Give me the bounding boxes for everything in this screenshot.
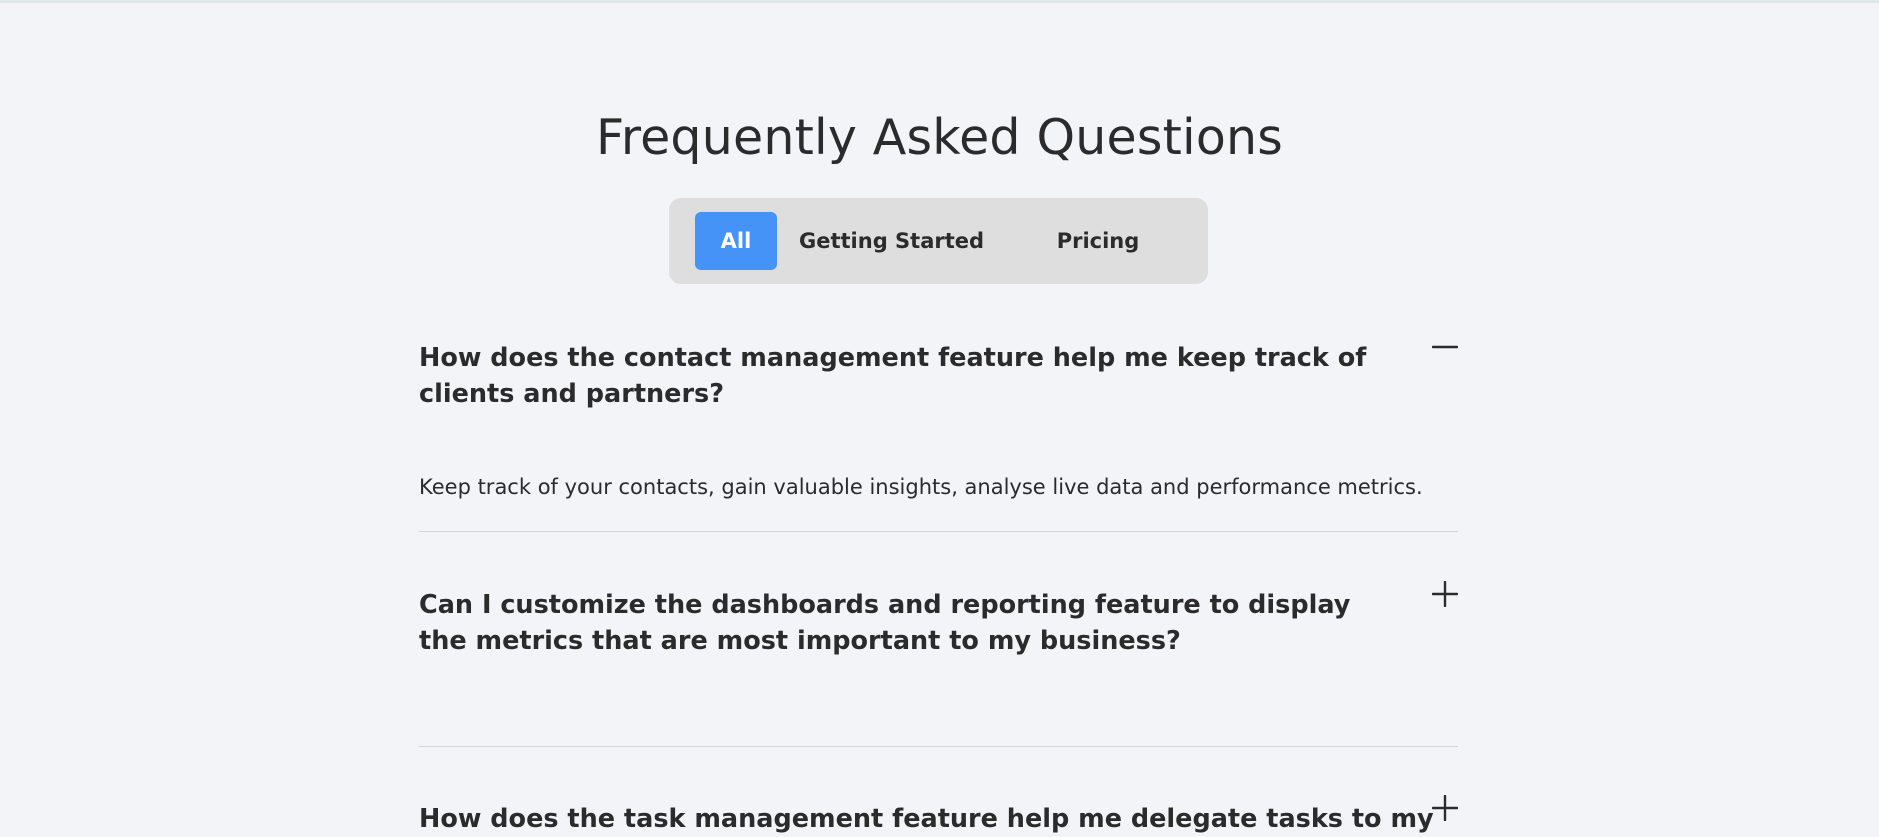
tab-pricing[interactable]: Pricing bbox=[1039, 212, 1157, 270]
faq-question[interactable]: How does the task management feature hel… bbox=[419, 801, 1434, 837]
faq-item-dashboards-reporting: Can I customize the dashboards and repor… bbox=[419, 580, 1459, 747]
faq-category-tabs: All Getting Started Pricing bbox=[669, 198, 1208, 284]
minus-icon[interactable] bbox=[1431, 334, 1459, 360]
page-title: Frequently Asked Questions bbox=[596, 109, 1283, 166]
top-rule bbox=[0, 0, 1879, 3]
faq-divider bbox=[419, 531, 1458, 532]
faq-divider bbox=[419, 746, 1458, 747]
faq-answer: Keep track of your contacts, gain valuab… bbox=[419, 475, 1423, 499]
plus-icon[interactable] bbox=[1431, 580, 1459, 608]
faq-item-contact-management: How does the contact management feature … bbox=[419, 334, 1459, 532]
plus-icon[interactable] bbox=[1431, 794, 1459, 822]
tab-all[interactable]: All bbox=[695, 212, 777, 270]
faq-question[interactable]: Can I customize the dashboards and repor… bbox=[419, 587, 1379, 659]
faq-item-task-management: How does the task management feature hel… bbox=[419, 794, 1459, 834]
faq-question[interactable]: How does the contact management feature … bbox=[419, 340, 1379, 412]
tab-getting-started[interactable]: Getting Started bbox=[799, 212, 984, 270]
